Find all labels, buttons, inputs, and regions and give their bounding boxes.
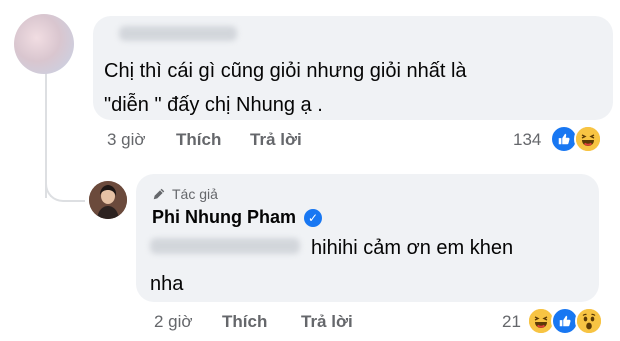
reply-like-button[interactable]: Thích <box>222 312 267 332</box>
comment-reaction-count[interactable]: 134 <box>513 130 541 150</box>
haha-reaction-icon <box>574 125 602 153</box>
like-label: Thích <box>222 312 268 331</box>
reply-text-line-1: hihihi cảm ơn em khen <box>311 237 514 259</box>
reply-reply-button[interactable]: Trả lời <box>301 312 353 332</box>
blurred-commenter-name[interactable] <box>119 26 237 41</box>
reply-reactions[interactable] <box>527 307 603 335</box>
reply-reaction-count[interactable]: 21 <box>502 312 521 332</box>
like-label: Thích <box>176 130 222 149</box>
author-tag-label: Tác giả <box>172 186 218 202</box>
comment-text-line-2: "diễn " đấy chị Nhung ạ . <box>104 94 323 116</box>
pen-icon <box>153 188 165 200</box>
reply-time[interactable]: 2 giờ <box>154 312 193 332</box>
verified-badge-icon: ✓ <box>304 208 322 227</box>
author-name[interactable]: Phi Nhung Pham ✓ <box>152 207 322 228</box>
blurred-mentioned-name[interactable] <box>150 238 300 254</box>
comment-text: Chị thì cái gì cũng giỏi nhưng giỏi nhất… <box>104 54 467 122</box>
author-avatar[interactable] <box>89 181 127 219</box>
wow-reaction-icon <box>575 307 603 335</box>
thread-connector <box>45 168 85 202</box>
reply-label: Trả lời <box>250 130 302 149</box>
commenter-avatar[interactable] <box>14 14 74 74</box>
author-name-label: Phi Nhung Pham <box>152 207 296 227</box>
comment-time[interactable]: 3 giờ <box>107 130 146 150</box>
comment-reactions[interactable] <box>550 125 602 153</box>
author-tag: Tác giả <box>152 186 218 202</box>
reply-label: Trả lời <box>301 312 353 331</box>
comment-like-button[interactable]: Thích <box>176 130 221 150</box>
comment-text-line-1: Chị thì cái gì cũng giỏi nhưng giỏi nhất… <box>104 60 467 82</box>
comment-reply-button[interactable]: Trả lời <box>250 130 302 150</box>
reply-text-line-2: nha <box>150 273 184 295</box>
